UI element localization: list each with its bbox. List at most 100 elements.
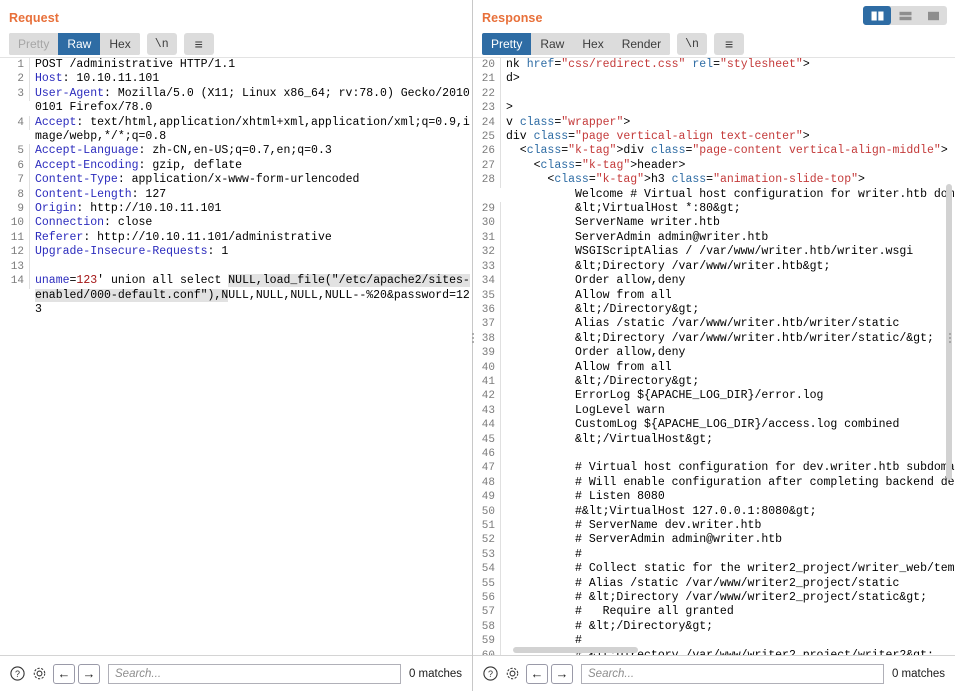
request-search-input[interactable]: Search... <box>108 663 401 684</box>
split-vertical-layout-button[interactable] <box>863 6 891 25</box>
request-footer-toolbar: ? ← → Search... 0 matches <box>0 655 472 691</box>
code-text: # Listen 8080 <box>506 490 665 504</box>
line-number: 34 <box>473 274 501 289</box>
code-text: ServerAdmin admin@writer.htb <box>506 230 769 244</box>
code-line: 56 # &lt;Directory /var/www/writer2_proj… <box>473 591 955 606</box>
line-number: 21 <box>473 72 501 87</box>
line-number: 2 <box>0 72 30 87</box>
line-number: 53 <box>473 547 501 563</box>
search-prev-button[interactable]: ← <box>526 663 548 684</box>
code-text: ErrorLog ${APACHE_LOG_DIR}/error.log <box>506 389 824 403</box>
code-line: 36 &lt;/Directory&gt; <box>473 302 955 318</box>
request-vertical-scrollbar[interactable] <box>462 58 471 655</box>
tab-request-hex[interactable]: Hex <box>100 33 140 55</box>
code-line: 10 Connection: close <box>0 216 472 231</box>
code-text: d> <box>506 72 520 86</box>
gear-icon[interactable] <box>28 663 50 685</box>
code-line: 50 #&lt;VirtualHost 127.0.0.1:8080&gt; <box>473 504 955 519</box>
code-text: CustomLog ${APACHE_LOG_DIR}/access.log c… <box>506 418 900 432</box>
split-horizontal-layout-button[interactable] <box>891 6 919 25</box>
line-number: 35 <box>473 288 501 303</box>
tab-response-raw[interactable]: Raw <box>531 33 574 55</box>
search-prev-button[interactable]: ← <box>53 663 75 684</box>
code-text: div class="page vertical-align text-cent… <box>506 130 810 144</box>
line-number: 47 <box>473 461 501 476</box>
tab-response-hex[interactable]: Hex <box>573 33 613 55</box>
line-number: 58 <box>473 619 501 635</box>
request-editor[interactable]: 1 POST /administrative HTTP/1.1 2 Host: 10.… <box>0 58 472 655</box>
code-line: 31 ServerAdmin admin@writer.htb <box>473 230 955 246</box>
line-number: 45 <box>473 432 501 447</box>
line-number: 5 <box>0 144 30 159</box>
response-editor-container[interactable]: 20 nk href="css/redirect.css" rel="styles… <box>473 57 955 655</box>
response-vertical-scrollbar[interactable] <box>945 58 954 655</box>
line-number: 31 <box>473 230 501 246</box>
search-next-button[interactable]: → <box>78 663 100 684</box>
code-text: &lt;Directory /var/www/writer.htb&gt; <box>506 259 831 273</box>
code-line: 41 &lt;/Directory&gt; <box>473 374 955 390</box>
code-text: # <box>506 547 582 561</box>
code-text: Content-Length: 127 <box>35 187 167 201</box>
code-text: User-Agent: Mozilla/5.0 (X11; Linux x86_… <box>35 86 470 115</box>
request-menu-button[interactable]: ≡ <box>183 33 214 55</box>
line-number: 26 <box>473 144 501 159</box>
response-vertical-scroll-thumb[interactable] <box>946 184 952 480</box>
response-menu-button[interactable]: ≡ <box>714 33 745 55</box>
single-pane-layout-button[interactable] <box>919 6 947 25</box>
line-number: 30 <box>473 216 501 231</box>
code-line: 32 WSGIScriptAlias / /var/www/writer.htb… <box>473 245 955 260</box>
line-number: 44 <box>473 418 501 433</box>
code-line: 5 Accept-Language: zh-CN,en-US;q=0.7,en;q… <box>0 144 472 159</box>
response-horizontal-scroll-thumb[interactable] <box>513 647 638 653</box>
code-line: 14 uname=123' union all select NULL,load_… <box>0 274 472 317</box>
code-line: 46 <box>473 446 955 462</box>
line-number: 29 <box>473 202 501 217</box>
line-number: 50 <box>473 504 501 519</box>
code-line: 57 # Require all granted <box>473 605 955 620</box>
search-next-button[interactable]: → <box>551 663 573 684</box>
gear-icon[interactable] <box>501 663 523 685</box>
code-line: 53 # <box>473 547 955 563</box>
code-line: 22 <box>473 86 955 102</box>
request-newline-button[interactable]: \n <box>146 33 177 55</box>
line-number: 13 <box>0 259 30 275</box>
response-search-input[interactable]: Search... <box>581 663 884 684</box>
tab-request-raw[interactable]: Raw <box>58 33 101 55</box>
code-line: 48 # Will enable configuration after com… <box>473 475 955 491</box>
response-scroll-grip[interactable] <box>947 333 952 343</box>
line-number: 38 <box>473 331 501 347</box>
line-number: 42 <box>473 389 501 404</box>
tab-request-pretty[interactable]: Pretty <box>9 33 59 55</box>
code-line: 3 User-Agent: Mozilla/5.0 (X11; Linux x86… <box>0 86 472 116</box>
help-icon[interactable]: ? <box>479 663 501 685</box>
code-line: 51 # ServerName dev.writer.htb <box>473 519 955 534</box>
response-newline-button[interactable]: \n <box>677 33 708 55</box>
code-line: 12 Upgrade-Insecure-Requests: 1 <box>0 245 472 260</box>
line-number: 12 <box>0 245 30 260</box>
line-number: 22 <box>473 86 501 102</box>
request-view-tabs: Pretty Raw Hex <box>9 33 140 55</box>
response-footer-toolbar: ? ← → Search... 0 matches <box>473 655 955 691</box>
request-editor-container[interactable]: 1 POST /administrative HTTP/1.1 2 Host: 10.… <box>0 57 472 655</box>
code-text: #&lt;VirtualHost 127.0.0.1:8080&gt; <box>506 504 817 518</box>
code-line: Welcome # Virtual host configuration for… <box>473 188 955 202</box>
help-icon[interactable]: ? <box>6 663 28 685</box>
response-view-tabs: Pretty Raw Hex Render <box>482 33 671 55</box>
code-text: Content-Type: application/x-www-form-url… <box>35 173 360 187</box>
tab-response-render[interactable]: Render <box>612 33 671 55</box>
line-number: 51 <box>473 519 501 534</box>
code-line: 45 &lt;/VirtualHost&gt; <box>473 432 955 447</box>
code-line: 9 Origin: http://10.10.11.101 <box>0 202 472 217</box>
code-text: > <box>506 101 513 115</box>
panel-splitter-handle[interactable] <box>470 333 475 343</box>
code-text: <class="k-tag">div class="page-content v… <box>506 144 948 158</box>
response-editor[interactable]: 20 nk href="css/redirect.css" rel="styles… <box>473 58 955 655</box>
code-line: 20 nk href="css/redirect.css" rel="styles… <box>473 58 955 73</box>
code-line: 49 # Listen 8080 <box>473 490 955 505</box>
line-number: 9 <box>0 202 30 217</box>
line-number: 6 <box>0 158 30 174</box>
code-text: ServerName writer.htb <box>506 216 720 230</box>
tab-response-pretty[interactable]: Pretty <box>482 33 532 55</box>
line-number: 52 <box>473 533 501 548</box>
